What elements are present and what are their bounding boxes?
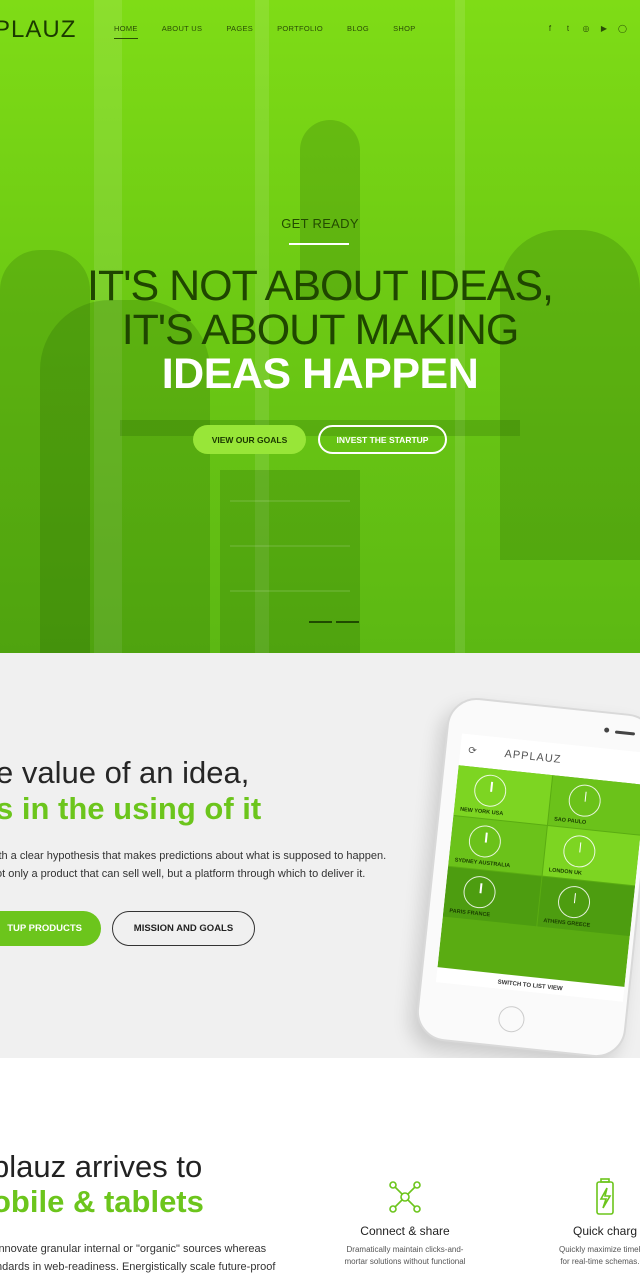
intro-paragraph: ith a clear hypothesis that makes predic…: [0, 847, 386, 883]
world-clock-grid: NEW YORK USA SAO PAULO SYDNEY AUSTRALIA …: [437, 765, 640, 987]
view-goals-button[interactable]: VIEW OUR GOALS: [193, 425, 306, 454]
clock-icon: [467, 823, 503, 860]
clock-icon: [561, 833, 597, 869]
main-menu: HOME ABOUT US PAGES PORTFOLIO BLOG SHOP: [114, 24, 440, 39]
clock-tile: LONDON UK: [542, 825, 640, 886]
menu-item-shop[interactable]: SHOP: [393, 24, 415, 39]
eyebrow-divider: [289, 243, 349, 245]
intro-title-light: e value of an idea,: [0, 755, 250, 790]
social-links: f t ◎ ▶ ◯: [546, 25, 627, 33]
drawer-line: [230, 590, 350, 592]
menu-item-blog[interactable]: BLOG: [347, 24, 369, 39]
city-label: ATHENS GREECE: [543, 918, 591, 929]
drawer-cabinet: [220, 470, 360, 653]
feature-desc-line: mortar solutions without functional: [344, 1257, 466, 1266]
network-icon: [389, 1181, 421, 1213]
feature-connect-share: Connect & share Dramatically maintain cl…: [335, 1176, 475, 1268]
feature-desc-line: for real-time schemas.Co: [560, 1257, 640, 1266]
mobile-title-bold: obile & tablets: [0, 1184, 204, 1219]
facebook-icon[interactable]: f: [546, 25, 554, 33]
phone-camera: [603, 727, 610, 733]
city-label: PARIS FRANCE: [449, 908, 491, 919]
refresh-icon: ⟳: [467, 744, 478, 757]
phone-screen: ⟳ APPLAUZ NEW YORK USA SAO PAULO SYDNEY …: [435, 733, 640, 1002]
clock-tile: ATHENS GREECE: [536, 876, 636, 937]
phone-mockup: ⟳ APPLAUZ NEW YORK USA SAO PAULO SYDNEY …: [413, 695, 640, 1061]
youtube-icon[interactable]: ▶: [600, 25, 608, 33]
app-title: APPLAUZ: [503, 748, 562, 766]
instagram-icon[interactable]: ◎: [582, 25, 590, 33]
mobile-paragraph-line: innovate granular internal or "organic" …: [0, 1243, 267, 1255]
city-label: SAO PAULO: [553, 816, 587, 826]
feature-desc-line: Dramatically maintain clicks-and-: [346, 1245, 464, 1254]
clock-icon: [555, 884, 592, 920]
mobile-paragraph: innovate granular internal or "organic" …: [0, 1240, 275, 1276]
phone-speaker: [614, 730, 636, 736]
clock-icon: [461, 874, 498, 910]
slider-pagination: [309, 621, 359, 623]
startup-products-button[interactable]: TUP PRODUCTS: [0, 911, 101, 946]
mobile-title-light: plauz arrives to: [0, 1149, 203, 1184]
feature-desc: Dramatically maintain clicks-and- mortar…: [335, 1244, 475, 1268]
hero-title-line3: IDEAS HAPPEN: [161, 350, 479, 398]
clock-tile: PARIS FRANCE: [442, 866, 542, 927]
drawer-line: [230, 545, 350, 547]
feature-title: Quick charg: [572, 1224, 638, 1238]
drawer-line: [230, 500, 350, 502]
menu-item-about[interactable]: ABOUT US: [162, 24, 203, 39]
feature-desc: Quickly maximize timely d for real-time …: [535, 1244, 640, 1268]
hero-eyebrow: GET READY: [281, 216, 359, 231]
mobile-paragraph-line: ndards in web-readiness. Energistically …: [0, 1261, 276, 1273]
mobile-section: plauz arrives to obile & tablets innovat…: [0, 1058, 640, 1280]
slide-dot[interactable]: [309, 621, 332, 623]
intro-title-bold: s in the using of it: [0, 791, 262, 826]
other-social-icon[interactable]: ◯: [618, 25, 627, 33]
hero-section: PLAUZ HOME ABOUT US PAGES PORTFOLIO BLOG…: [0, 0, 640, 653]
hero-title-line1: IT'S NOT ABOUT IDEAS,: [87, 262, 554, 310]
intro-paragraph-line: ith a clear hypothesis that makes predic…: [0, 850, 387, 862]
clock-tile: SAO PAULO: [547, 775, 640, 835]
clock-icon: [566, 783, 602, 819]
city-label: LONDON UK: [548, 867, 583, 877]
twitter-icon[interactable]: t: [564, 25, 572, 33]
feature-title: Connect & share: [360, 1224, 450, 1238]
battery-charge-icon: [596, 1178, 614, 1215]
menu-item-portfolio[interactable]: PORTFOLIO: [277, 24, 323, 39]
city-label: NEW YORK USA: [459, 806, 504, 818]
phone-home-button: [497, 1004, 526, 1034]
logo[interactable]: PLAUZ: [0, 16, 76, 44]
clock-icon: [472, 773, 508, 809]
feature-quick-charge: Quick charg Quickly maximize timely d fo…: [535, 1176, 640, 1268]
slide-dot[interactable]: [336, 621, 359, 623]
menu-item-home[interactable]: HOME: [114, 24, 138, 39]
intro-paragraph-line: ot only a product that can sell well, bu…: [0, 868, 366, 880]
top-nav: PLAUZ HOME ABOUT US PAGES PORTFOLIO BLOG…: [0, 0, 640, 60]
mission-goals-button[interactable]: MISSION AND GOALS: [112, 911, 255, 946]
hero-title-line2: IT'S ABOUT MAKING: [121, 306, 520, 354]
menu-item-pages[interactable]: PAGES: [226, 24, 253, 39]
feature-desc-line: Quickly maximize timely d: [558, 1245, 640, 1254]
clock-tile: NEW YORK USA: [453, 765, 552, 825]
invest-startup-button[interactable]: INVEST THE STARTUP: [318, 425, 447, 454]
clock-tile: SYDNEY AUSTRALIA: [448, 816, 547, 876]
